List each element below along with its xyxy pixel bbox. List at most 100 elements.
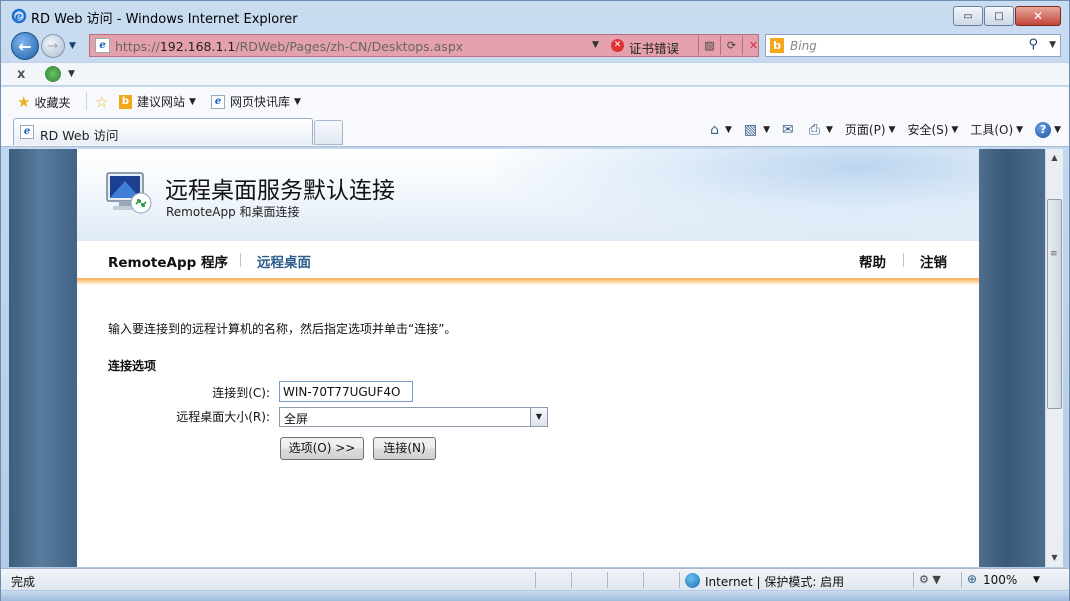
ie-icon: e — [11, 8, 27, 24]
forward-button[interactable]: → — [41, 34, 65, 58]
maximize-button[interactable]: □ — [984, 6, 1014, 26]
page-menu-label: 页面(P) — [844, 123, 886, 137]
help-icon: ? — [1035, 121, 1052, 138]
zoom-icon[interactable]: ⊕ — [967, 572, 977, 586]
toolbar-addon-dropdown[interactable]: ▼ — [68, 69, 75, 79]
desktop-size-select[interactable]: 全屏 ▼ — [279, 407, 548, 427]
chevron-down-icon: ▼ — [189, 96, 196, 107]
rss-button[interactable]: ▧ ▼ — [744, 122, 770, 138]
connection-options-heading: 连接选项 — [108, 359, 157, 373]
search-provider-dropdown[interactable]: ▼ — [1049, 40, 1056, 50]
ie-icon: e — [20, 125, 34, 139]
close-button[interactable]: ✕ — [1015, 6, 1061, 26]
instruction-text: 输入要连接到的远程计算机的名称，然后指定选项并单击“连接”。 — [108, 322, 457, 336]
safety-menu-label: 安全(S) — [907, 123, 949, 137]
favorites-button[interactable]: ★ 收藏夹 — [17, 93, 70, 111]
compatibility-icon[interactable]: ▨ — [698, 36, 720, 55]
nav-remote-desktops[interactable]: 远程桌面 — [257, 251, 311, 271]
certificate-error-label[interactable]: 证书错误 — [629, 38, 679, 57]
nav-remoteapp-programs[interactable]: RemoteApp 程序 — [108, 251, 228, 271]
favorites-label: 收藏夹 — [34, 95, 71, 110]
zoom-dropdown[interactable]: ▼ — [1033, 575, 1040, 585]
scroll-down-arrow[interactable]: ▼ — [1046, 550, 1063, 566]
scroll-up-arrow[interactable]: ▲ — [1046, 150, 1063, 166]
toolbar-row: x ▼ — [1, 62, 1069, 86]
search-box[interactable]: b Bing ⚲ ▼ — [765, 34, 1061, 57]
connect-button[interactable]: 连接(N) — [373, 437, 436, 460]
page-viewport: 远程桌面服务默认连接 RemoteApp 和桌面连接 RemoteApp 程序 … — [9, 149, 1045, 567]
search-input[interactable]: Bing — [790, 39, 817, 53]
bing-icon: b — [119, 94, 132, 109]
status-bar: 完成 Internet | 保护模式: 启用 ⚙ ▼ ⊕ 100% ▼ — [1, 568, 1069, 590]
status-text: 完成 — [11, 575, 36, 589]
back-button[interactable]: ← — [11, 32, 39, 60]
tools-menu[interactable]: 工具(O) ▼ — [970, 121, 1023, 138]
add-favorites-button[interactable]: ☆ — [95, 93, 112, 111]
web-slice-label: 网页快讯库 — [230, 95, 291, 109]
address-bar[interactable]: e https://192.168.1.1/RDWeb/Pages/zh-CN/… — [89, 34, 759, 57]
recent-pages-dropdown[interactable]: ▼ — [69, 41, 76, 51]
ie-window: e RD Web 访问 - Windows Internet Explorer … — [0, 0, 1070, 601]
page-menu[interactable]: 页面(P) ▼ — [845, 121, 896, 138]
security-zone-text[interactable]: Internet | 保护模式: 启用 — [705, 573, 844, 590]
desktop-size-label: 远程桌面大小(R): — [176, 410, 270, 424]
mail-button[interactable]: ✉ — [782, 122, 797, 138]
tools-menu-label: 工具(O) — [970, 123, 1014, 137]
mail-icon: ✉ — [782, 121, 794, 138]
suggested-sites-link[interactable]: b 建议网站 ▼ — [119, 93, 196, 110]
address-path: /RDWeb/Pages/zh-CN/Desktops.aspx — [235, 39, 464, 54]
vertical-scrollbar[interactable]: ▲ ≡ ▼ — [1045, 149, 1063, 567]
tab-row: e RD Web 访问 ⌂ ▼ ▧ ▼ ✉ ⎙ ▼ 页面(P) ▼ 安全(S) ▼ 工具(… — [1, 115, 1069, 147]
connect-to-input[interactable] — [279, 381, 413, 402]
new-tab-button[interactable] — [314, 120, 343, 145]
home-icon: ⌂ — [710, 121, 719, 138]
connect-to-label: 连接到(C): — [212, 386, 270, 400]
title-bar: e RD Web 访问 - Windows Internet Explorer … — [1, 1, 1069, 31]
favorites-bar: ★ 收藏夹 ☆ b 建议网站 ▼ e 网页快讯库 ▼ — [1, 87, 1069, 115]
svg-text:e: e — [15, 10, 22, 23]
nav-logout[interactable]: 注销 — [920, 251, 947, 271]
page-ie-icon: e — [95, 38, 110, 53]
options-button[interactable]: 选项(O) >> — [280, 437, 364, 460]
add-favorites-icon: ☆ — [95, 93, 109, 111]
search-icon[interactable]: ⚲ — [1028, 37, 1038, 52]
chevron-down-icon[interactable]: ▼ — [530, 408, 547, 426]
web-slice-link[interactable]: e 网页快讯库 ▼ — [211, 93, 301, 110]
minimize-button[interactable]: ▭ — [953, 6, 983, 26]
address-dropdown[interactable]: ▼ — [592, 40, 599, 50]
refresh-icon[interactable]: ⟳ — [720, 36, 742, 55]
zoom-level[interactable]: 100% — [983, 573, 1017, 587]
address-scheme: https:// — [115, 39, 160, 54]
bing-icon: b — [770, 38, 784, 53]
window-title: RD Web 访问 - Windows Internet Explorer — [31, 12, 298, 27]
page-subtitle: RemoteApp 和桌面连接 — [166, 205, 300, 219]
address-host: 192.168.1.1 — [159, 39, 236, 54]
scroll-thumb[interactable] — [1047, 199, 1062, 409]
print-icon: ⎙ — [808, 121, 820, 138]
address-url[interactable]: https://192.168.1.1/RDWeb/Pages/zh-CN/De… — [115, 39, 463, 54]
page-header: 远程桌面服务默认连接 RemoteApp 和桌面连接 — [77, 149, 979, 241]
command-bar: ⌂ ▼ ▧ ▼ ✉ ⎙ ▼ 页面(P) ▼ 安全(S) ▼ 工具(O) ▼ ? ▼ — [698, 121, 1061, 138]
safety-menu[interactable]: 安全(S) ▼ — [907, 121, 958, 138]
certificate-error-icon[interactable]: ✕ — [611, 39, 624, 52]
desktop-size-value: 全屏 — [284, 412, 309, 426]
suggested-sites-label: 建议网站 — [137, 95, 186, 109]
favorites-star-icon: ★ — [17, 93, 31, 111]
ie-icon: e — [211, 94, 225, 109]
tab-rd-web[interactable]: e RD Web 访问 — [13, 118, 313, 145]
page-nav: RemoteApp 程序 远程桌面 帮助 注销 — [77, 241, 979, 279]
nav-help[interactable]: 帮助 — [859, 251, 886, 271]
internet-zone-globe-icon — [685, 573, 700, 588]
page-title: 远程桌面服务默认连接 — [165, 178, 395, 204]
home-button[interactable]: ⌂ ▼ — [710, 122, 732, 138]
rss-icon: ▧ — [743, 121, 758, 138]
rd-web-page: 远程桌面服务默认连接 RemoteApp 和桌面连接 RemoteApp 程序 … — [77, 149, 979, 567]
print-button[interactable]: ⎙ ▼ — [809, 122, 833, 138]
zone-tools-icon[interactable]: ⚙ ▼ — [919, 573, 941, 586]
tab-label: RD Web 访问 — [40, 128, 119, 143]
help-menu[interactable]: ? ▼ — [1035, 121, 1061, 138]
toolbar-addon-icon[interactable] — [45, 66, 61, 82]
close-toolbar-icon[interactable]: x — [17, 67, 25, 82]
stop-icon[interactable]: ✕ — [742, 36, 764, 55]
remote-desktop-monitor-icon — [106, 172, 152, 214]
